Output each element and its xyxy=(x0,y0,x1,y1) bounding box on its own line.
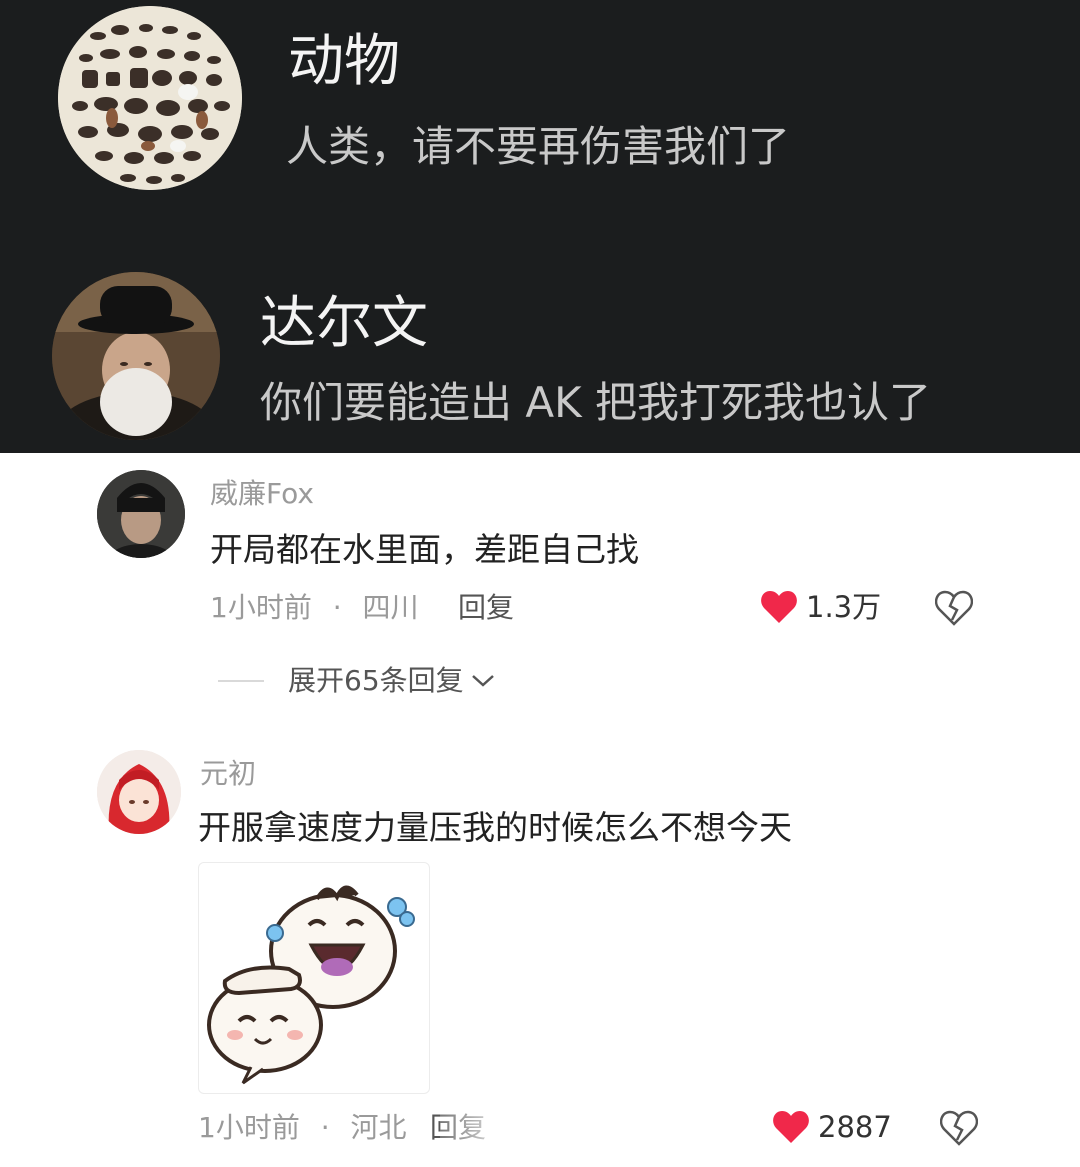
comment-avatar[interactable] xyxy=(97,750,181,834)
meta-separator: · xyxy=(332,591,342,624)
anime-girl-avatar-icon xyxy=(97,750,181,834)
dislike-button[interactable] xyxy=(934,590,974,630)
chevron-down-icon xyxy=(471,675,494,687)
darwin-portrait-icon xyxy=(52,272,220,440)
animals-post-text: 人类，请不要再伤害我们了 xyxy=(286,122,791,171)
dislike-button[interactable] xyxy=(939,1110,979,1150)
like-count: 1.3万 xyxy=(806,589,882,624)
animals-collage-icon xyxy=(58,6,242,190)
comment-text: 开局都在水里面，差距自己找 xyxy=(210,530,639,569)
comment-avatar[interactable] xyxy=(97,470,185,558)
comment-meta: 1小时前 · 河北 xyxy=(198,1114,407,1142)
animals-avatar[interactable] xyxy=(58,6,242,190)
comment-text: 开服拿速度力量压我的时候怎么不想今天 xyxy=(198,808,792,847)
expand-divider xyxy=(218,680,264,682)
watermark-fade xyxy=(440,1112,610,1152)
crying-laughing-bun-sticker-icon xyxy=(207,885,415,1085)
dark-post-panel: 动物 人类，请不要再伤害我们了 达尔文 你们要能造出 AK 把我打死我也认了 xyxy=(0,0,1080,453)
comment-time: 1小时前 xyxy=(198,1111,300,1144)
comment-location: 河北 xyxy=(350,1111,407,1144)
comment-username[interactable]: 威廉Fox xyxy=(210,480,314,508)
comment-meta: 1小时前 · 四川 xyxy=(210,594,419,622)
heart-icon xyxy=(761,591,797,623)
comment-username[interactable]: 元初 xyxy=(200,760,256,788)
darwin-name[interactable]: 达尔文 xyxy=(260,296,428,352)
heart-icon xyxy=(773,1111,809,1143)
darwin-avatar[interactable] xyxy=(52,272,220,440)
comment-time: 1小时前 xyxy=(210,591,312,624)
sticker-image[interactable] xyxy=(198,862,430,1094)
expand-replies-button[interactable]: 展开65条回复 xyxy=(218,667,496,695)
like-button[interactable]: 1.3万 xyxy=(760,590,881,624)
darwin-post-text: 你们要能造出 AK 把我打死我也认了 xyxy=(260,378,931,427)
like-count: 2887 xyxy=(818,1109,892,1144)
animals-name[interactable]: 动物 xyxy=(288,34,400,90)
reply-button[interactable]: 回复 xyxy=(458,594,514,622)
like-button[interactable]: 2887 xyxy=(772,1110,892,1144)
comment-location: 四川 xyxy=(362,591,419,624)
expand-replies-label: 展开65条回复 xyxy=(288,664,464,697)
broken-heart-icon xyxy=(939,1110,979,1146)
meta-separator: · xyxy=(320,1111,330,1144)
broken-heart-icon xyxy=(934,590,974,626)
user-photo-avatar-icon xyxy=(97,470,185,558)
